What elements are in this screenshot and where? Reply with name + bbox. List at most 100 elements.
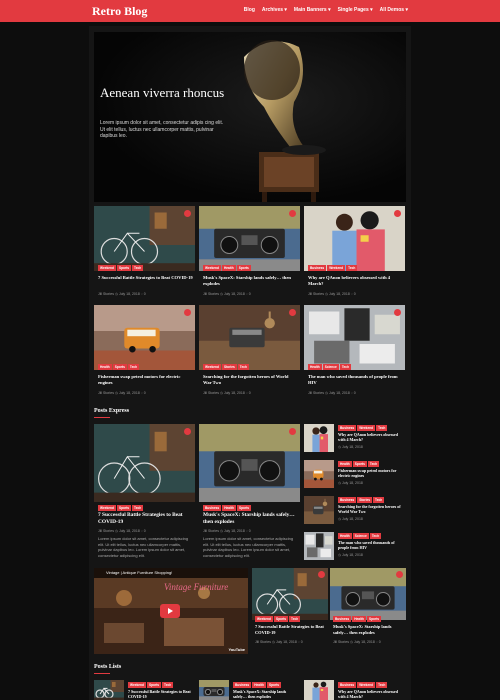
compact-post-item[interactable]: Health Sports Tech Fisherman swap petrol m… (304, 460, 406, 494)
post-card[interactable]: Business Health Sports Musk's SpaceX: Star… (330, 568, 406, 654)
post-title[interactable]: The man who saved thousands of people fr… (338, 540, 406, 550)
category-tag[interactable]: Business (338, 682, 357, 688)
post-title[interactable]: Fisherman swap petrol motors for electri… (338, 468, 406, 478)
menu-item-blog[interactable]: Blog (244, 7, 255, 13)
post-title[interactable]: The man who saved thousands of people fr… (308, 374, 403, 386)
post-card[interactable]: Weekend Sports Tech 7 Successful Battle St… (252, 568, 328, 654)
category-tag[interactable]: Tech (237, 364, 249, 370)
category-tag[interactable]: Tech (376, 425, 388, 431)
video-title[interactable]: Vintage | Antique Furniture Shopping! (106, 570, 172, 575)
bookmark-badge-icon[interactable] (184, 428, 191, 435)
category-tag[interactable]: Sports (273, 616, 289, 622)
category-tag[interactable]: Stories (221, 364, 237, 370)
hero-title[interactable]: Aenean viverra rhoncus (100, 86, 240, 100)
category-tag[interactable]: Health (222, 505, 236, 511)
list-post-item[interactable]: Business Health Sports Musk's SpaceX: Star… (199, 680, 300, 700)
category-tag[interactable]: Tech (369, 533, 382, 539)
compact-post-item[interactable]: Business Stories Tech Searching for the fo… (304, 496, 406, 530)
category-tag[interactable]: Weekend (98, 265, 116, 271)
post-title[interactable]: Searching for the forgotten heroes of Wo… (338, 504, 406, 514)
list-post-item[interactable]: Weekend Sports Tech 7 Successful Battle St… (94, 680, 195, 700)
post-card[interactable]: Weekend Sports Tech 7 Successful Battle St… (94, 206, 195, 300)
category-tag[interactable]: Business (233, 682, 252, 688)
bookmark-badge-icon[interactable] (394, 210, 401, 217)
post-title[interactable]: Why are QAnon believers obsessed with 4 … (338, 689, 404, 699)
post-title[interactable]: 7 Successful Battle Strategies to Beat C… (255, 624, 327, 635)
post-card[interactable]: Business Weekend Tech Why are QAnon believ… (304, 206, 405, 300)
category-tag[interactable]: Tech (346, 265, 358, 271)
bookmark-badge-icon[interactable] (318, 571, 325, 578)
category-tag[interactable]: Weekend (357, 425, 376, 431)
category-tag[interactable]: Business (203, 505, 222, 511)
category-tag[interactable]: Business (333, 616, 352, 622)
post-title[interactable]: Fisherman swap petrol motors for electri… (98, 374, 193, 386)
compact-post-item[interactable]: Health Science Tech The man who saved thou… (304, 532, 406, 566)
category-tag[interactable]: Sports (366, 616, 382, 622)
category-tag[interactable]: Tech (373, 497, 385, 503)
post-title[interactable]: Musk's SpaceX: Starship lands safely… th… (203, 512, 298, 526)
category-tag[interactable]: Business (338, 425, 357, 431)
menu-item-single-pages[interactable]: Single Pages ▾ (338, 7, 373, 13)
category-tag[interactable]: Business (338, 497, 357, 503)
category-tag[interactable]: Sports (116, 505, 132, 511)
bookmark-badge-icon[interactable] (184, 309, 191, 316)
category-tag[interactable]: Stories (357, 497, 372, 503)
category-tag[interactable]: Sports (266, 682, 282, 688)
site-logo[interactable]: Retro Blog (92, 4, 147, 19)
category-tag[interactable]: Weekend (128, 682, 146, 688)
video-player[interactable]: Vintage | Antique Furniture Shopping! Vi… (94, 568, 248, 654)
category-tag[interactable]: Weekend (203, 265, 221, 271)
post-title[interactable]: 7 Successful Battle Strategies to Beat C… (98, 275, 193, 281)
category-tag[interactable]: Tech (367, 461, 380, 467)
menu-item-main-banners[interactable]: Main Banners ▾ (294, 7, 331, 13)
post-title[interactable]: Why are QAnon believers obsessed with 4 … (308, 275, 403, 287)
list-post-item[interactable]: Business Weekend Tech Why are QAnon believ… (304, 680, 405, 700)
category-tag[interactable]: Business (308, 265, 327, 271)
category-tag[interactable]: Weekend (327, 265, 346, 271)
post-title[interactable]: Musk's SpaceX: Starship lands safely… th… (203, 275, 298, 287)
category-tag[interactable]: Weekend (98, 505, 116, 511)
post-card[interactable]: Health Science Tech The man who saved thou… (304, 305, 405, 399)
post-title[interactable]: 7 Successful Battle Strategies to Beat C… (128, 689, 194, 699)
hero-banner[interactable]: Aenean viverra rhoncus Lorem ipsum dolor… (94, 32, 406, 202)
bookmark-badge-icon[interactable] (184, 210, 191, 217)
category-tag[interactable]: Tech (162, 682, 174, 688)
post-title[interactable]: Musk's SpaceX: Starship lands safely… th… (233, 689, 299, 699)
category-tag[interactable]: Health (252, 682, 266, 688)
post-title[interactable]: Musk's SpaceX: Starship lands safely… th… (333, 624, 405, 635)
category-tag[interactable]: Science (322, 364, 339, 370)
youtube-logo[interactable]: YouTube (228, 647, 245, 652)
post-title[interactable]: Why are QAnon believers obsessed with 4 … (338, 432, 406, 442)
category-tag[interactable]: Tech (132, 265, 144, 271)
category-tag[interactable]: Health (338, 533, 352, 539)
category-tag[interactable]: Weekend (255, 616, 273, 622)
category-tag[interactable]: Tech (127, 364, 140, 370)
category-tag[interactable]: Health (221, 265, 236, 271)
bookmark-badge-icon[interactable] (396, 571, 403, 578)
post-card[interactable]: Health Sports Tech Fisherman swap petrol m… (94, 305, 195, 399)
category-tag[interactable]: Health (308, 364, 322, 370)
featured-post-card[interactable]: Weekend Sports Tech 7 Successful Battle St… (94, 424, 195, 559)
category-tag[interactable]: Tech (132, 505, 144, 511)
menu-item-all-demos[interactable]: All Demos ▾ (380, 7, 408, 13)
category-tag[interactable]: Tech (339, 364, 352, 370)
bookmark-badge-icon[interactable] (289, 210, 296, 217)
category-tag[interactable]: Tech (289, 616, 301, 622)
category-tag[interactable]: Weekend (357, 682, 376, 688)
compact-post-item[interactable]: Business Weekend Tech Why are QAnon believ… (304, 424, 406, 458)
category-tag[interactable]: Health (98, 364, 112, 370)
post-card[interactable]: Weekend Health Sports Musk's SpaceX: Stars… (199, 206, 300, 300)
menu-item-archives[interactable]: Archives ▾ (262, 7, 287, 13)
category-tag[interactable]: Sports (352, 461, 367, 467)
post-card[interactable]: Weekend Stories Tech Searching for the for… (199, 305, 300, 399)
category-tag[interactable]: Sports (116, 265, 132, 271)
post-title[interactable]: Searching for the forgotten heroes of Wo… (203, 374, 298, 386)
category-tag[interactable]: Weekend (203, 364, 221, 370)
category-tag[interactable]: Sports (236, 265, 251, 271)
bookmark-badge-icon[interactable] (289, 428, 296, 435)
bookmark-badge-icon[interactable] (289, 309, 296, 316)
category-tag[interactable]: Sports (112, 364, 127, 370)
category-tag[interactable]: Health (352, 616, 366, 622)
category-tag[interactable]: Sports (236, 505, 252, 511)
category-tag[interactable]: Science (352, 533, 369, 539)
